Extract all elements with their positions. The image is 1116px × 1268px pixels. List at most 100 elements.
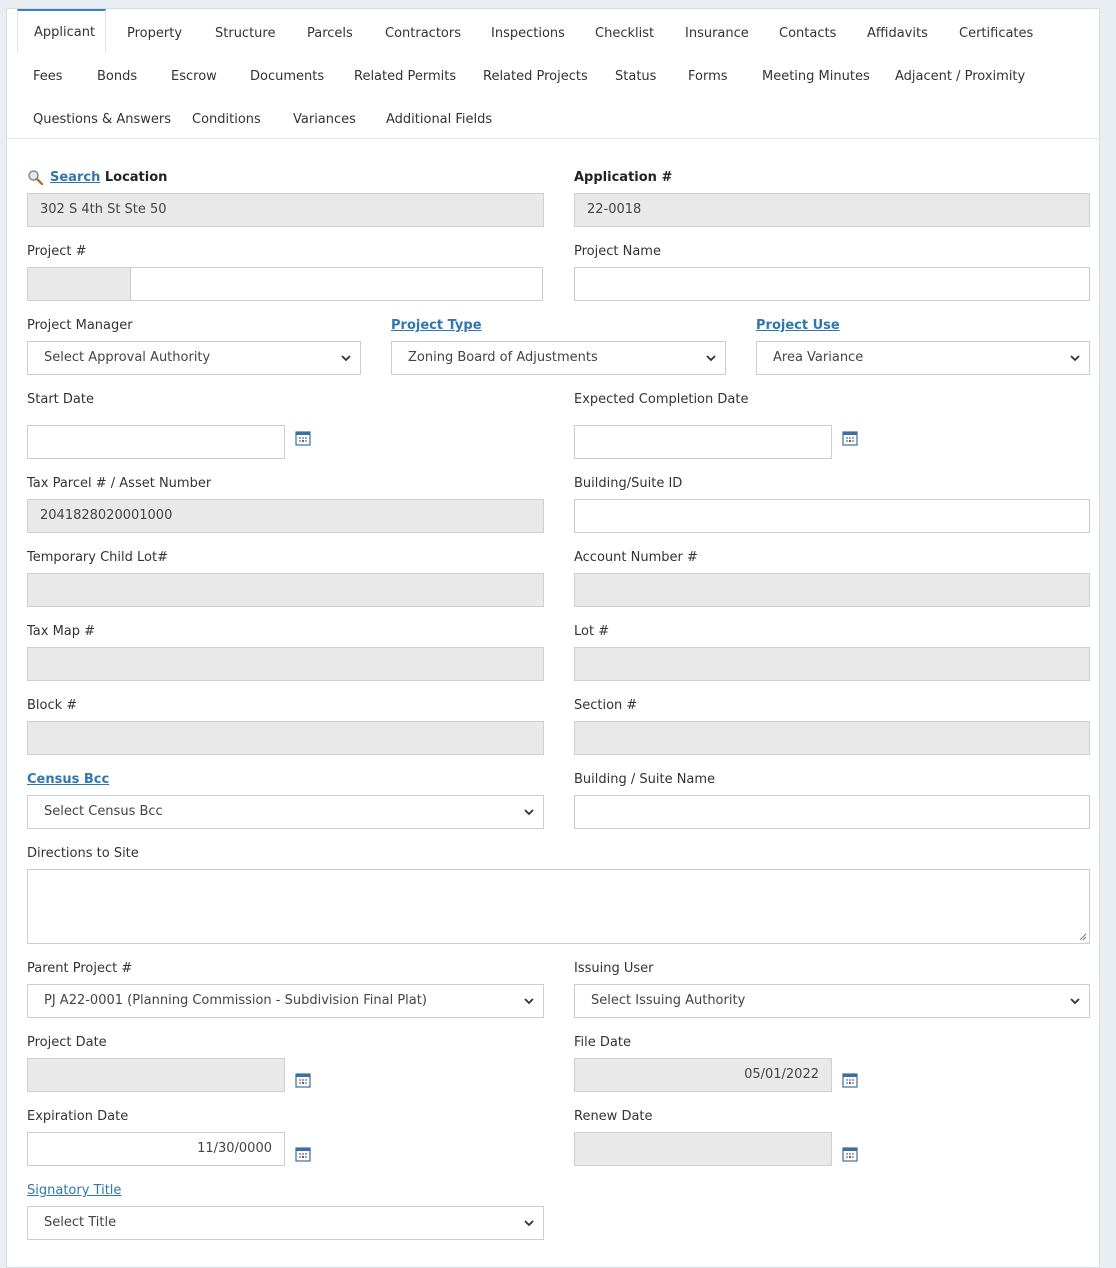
issuing-user-value: Select Issuing Authority [591,993,746,1008]
directions-label: Directions to Site [27,846,139,861]
lot-field[interactable] [574,647,1090,681]
renew-date-field[interactable] [574,1132,832,1166]
issuing-user-label: Issuing User [574,961,654,976]
parent-project-select[interactable]: PJ A22-0001 (Planning Commission - Subdi… [27,984,544,1018]
account-number-label: Account Number # [574,550,698,565]
tab-parcels[interactable]: Parcels [307,11,353,54]
section-field[interactable] [574,721,1090,755]
project-number-prefix-field [27,267,131,301]
section-label: Section # [574,698,638,713]
tab-bonds[interactable]: Bonds [97,54,137,97]
building-suite-id-input[interactable] [574,499,1090,533]
temporary-child-lot-field[interactable] [27,573,544,607]
project-number-label: Project # [27,244,87,259]
expected-completion-date-label: Expected Completion Date [574,392,749,407]
tab-contacts[interactable]: Contacts [779,11,836,54]
calendar-icon[interactable] [295,1072,311,1088]
project-type-label: Project Type [391,318,482,333]
census-bcc-select[interactable]: Select Census Bcc [27,795,544,829]
tab-affidavits[interactable]: Affidavits [867,11,928,54]
account-number-field[interactable] [574,573,1090,607]
calendar-icon[interactable] [842,1072,858,1088]
tax-parcel-label: Tax Parcel # / Asset Number [27,476,212,491]
application-number-field[interactable]: 22-0018 [574,193,1090,227]
signatory-title-label: Signatory Title [27,1183,121,1198]
chevron-down-icon [524,1220,534,1227]
calendar-icon[interactable] [842,430,858,446]
calendar-icon[interactable] [295,430,311,446]
directions-textarea[interactable] [27,869,1090,944]
tab-structure[interactable]: Structure [215,11,275,54]
signatory-title-value: Select Title [44,1215,117,1230]
expected-completion-date-input[interactable] [574,425,832,459]
chevron-down-icon [1070,998,1080,1005]
project-use-link[interactable]: Project Use [756,318,840,333]
project-name-label: Project Name [574,244,661,259]
project-type-link[interactable]: Project Type [391,318,482,333]
census-bcc-label: Census Bcc [27,772,109,787]
project-use-value: Area Variance [773,350,864,365]
tab-documents[interactable]: Documents [250,54,324,97]
file-date-label: File Date [574,1035,631,1050]
tab-variances[interactable]: Variances [293,97,356,140]
tab-conditions[interactable]: Conditions [192,97,261,140]
signatory-title-link[interactable]: Signatory Title [27,1183,121,1198]
project-name-input[interactable] [574,267,1090,301]
file-date-field[interactable]: 05/01/2022 [574,1058,832,1092]
location-field[interactable]: 302 S 4th St Ste 50 [27,193,544,227]
expiration-date-label: Expiration Date [27,1109,129,1124]
tab-property[interactable]: Property [127,11,182,54]
tab-contractors[interactable]: Contractors [385,11,461,54]
project-number-input[interactable] [130,267,543,301]
tab-certificates[interactable]: Certificates [959,11,1033,54]
tab-adjacent-proximity[interactable]: Adjacent / Proximity [895,54,1025,97]
block-field[interactable] [27,721,544,755]
lot-label: Lot # [574,624,610,639]
tax-map-field[interactable] [27,647,544,681]
tab-meeting-minutes[interactable]: Meeting Minutes [762,54,870,97]
start-date-input[interactable] [27,425,285,459]
project-type-value: Zoning Board of Adjustments [408,350,598,365]
tax-parcel-field[interactable]: 2041828020001000 [27,499,544,533]
start-date-label: Start Date [27,392,94,407]
expiration-date-input[interactable]: 11/30/0000 [27,1132,285,1166]
tab-questions-answers[interactable]: Questions & Answers [33,97,171,140]
signatory-title-select[interactable]: Select Title [27,1206,544,1240]
project-manager-select[interactable]: Select Approval Authority [27,341,361,375]
chevron-down-icon [341,355,351,362]
project-use-label: Project Use [756,318,840,333]
tab-checklist[interactable]: Checklist [595,11,654,54]
search-icon[interactable] [27,169,43,185]
tab-related-projects[interactable]: Related Projects [483,54,588,97]
resize-grip-icon[interactable] [1079,933,1087,941]
project-use-select[interactable]: Area Variance [756,341,1090,375]
parent-project-label: Parent Project # [27,961,133,976]
project-manager-label: Project Manager [27,318,133,333]
tab-insurance[interactable]: Insurance [685,11,749,54]
census-bcc-value: Select Census Bcc [44,804,163,819]
tab-additional-fields[interactable]: Additional Fields [386,97,492,140]
tab-status[interactable]: Status [615,54,656,97]
block-label: Block # [27,698,78,713]
building-suite-name-input[interactable] [574,795,1090,829]
project-date-field[interactable] [27,1058,285,1092]
building-suite-name-label: Building / Suite Name [574,772,716,787]
tab-applicant[interactable]: Applicant [17,9,106,52]
chevron-down-icon [524,809,534,816]
tab-related-permits[interactable]: Related Permits [354,54,456,97]
temporary-child-lot-label: Temporary Child Lot# [27,550,168,565]
project-date-label: Project Date [27,1035,107,1050]
chevron-down-icon [706,355,716,362]
search-location-link[interactable]: Search [50,170,100,185]
issuing-user-select[interactable]: Select Issuing Authority [574,984,1090,1018]
project-type-select[interactable]: Zoning Board of Adjustments [391,341,726,375]
tab-forms[interactable]: Forms [688,54,728,97]
location-label: Search Location [50,170,168,185]
census-bcc-link[interactable]: Census Bcc [27,772,109,787]
tax-map-label: Tax Map # [27,624,96,639]
tab-escrow[interactable]: Escrow [171,54,217,97]
calendar-icon[interactable] [295,1146,311,1162]
calendar-icon[interactable] [842,1146,858,1162]
tab-inspections[interactable]: Inspections [491,11,565,54]
tab-fees[interactable]: Fees [33,54,63,97]
